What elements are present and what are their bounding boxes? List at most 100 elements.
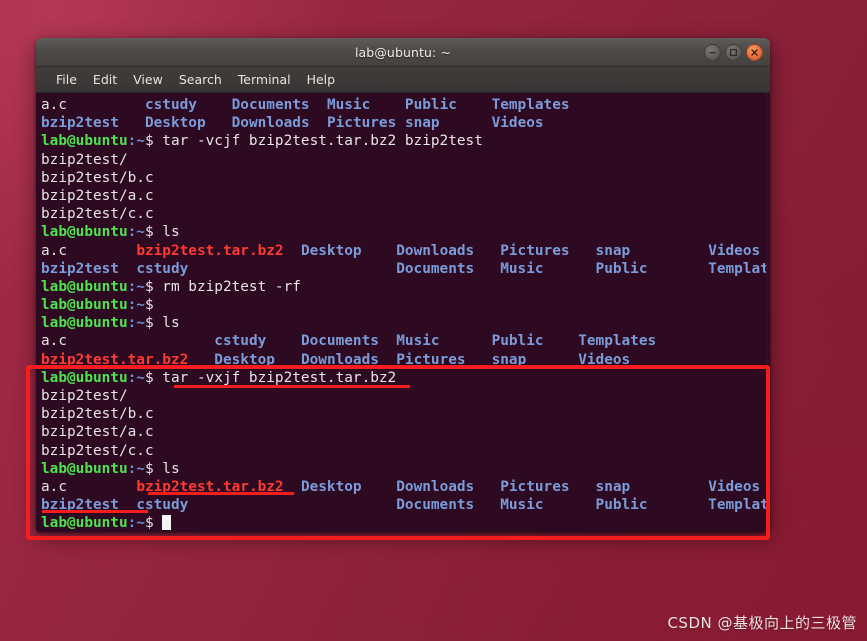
maximize-icon[interactable] xyxy=(725,44,742,61)
menu-item-view[interactable]: View xyxy=(125,70,171,89)
terminal-text: cstudy xyxy=(136,260,189,277)
terminal-line: bzip2test/a.c xyxy=(41,423,770,441)
close-icon[interactable] xyxy=(746,44,763,61)
terminal-text: bzip2test xyxy=(41,260,119,277)
terminal-text: $ xyxy=(144,133,163,150)
terminal-line: bzip2test/ xyxy=(41,387,770,405)
terminal-text: Templates xyxy=(491,97,570,113)
terminal-scrollbar[interactable] xyxy=(766,93,770,532)
terminal-text: Pictures xyxy=(396,351,466,368)
terminal-text: Public xyxy=(595,260,648,277)
terminal-text: lab@ubuntu xyxy=(41,515,128,532)
terminal-line: bzip2test Desktop Downloads Pictures sna… xyxy=(41,114,770,132)
terminal-text: Pictures xyxy=(500,478,570,495)
terminal-text: Templates xyxy=(708,497,770,514)
terminal-text: a.c xyxy=(41,333,67,350)
terminal-text: snap xyxy=(595,478,631,495)
window-controls[interactable] xyxy=(704,38,763,67)
terminal-line: lab@ubuntu:~$ xyxy=(41,514,770,532)
terminal-window[interactable]: lab@ubuntu: ~ File Edit View Search Term… xyxy=(36,38,770,532)
minimize-icon[interactable] xyxy=(704,44,721,61)
terminal-screen[interactable]: a.c cstudy Documents Music Public Templa… xyxy=(38,94,770,532)
terminal-line: bzip2test/c.c xyxy=(41,205,770,223)
terminal-text: Videos xyxy=(491,115,544,132)
terminal-text: $ xyxy=(144,278,163,295)
terminal-text: bzip2test xyxy=(41,497,119,514)
terminal-text: cstudy xyxy=(214,333,267,350)
terminal-text: lab@ubuntu xyxy=(41,278,128,295)
terminal-line: bzip2test cstudy Documents Music Public … xyxy=(41,260,770,278)
terminal-text: Templates xyxy=(708,260,770,277)
menu-item-search[interactable]: Search xyxy=(171,70,230,89)
terminal-line: lab@ubuntu:~$ rm bzip2test -rf xyxy=(41,278,770,296)
terminal-text: :~ xyxy=(127,315,145,332)
terminal-text: tar -vxjf bzip2test.tar.bz2 xyxy=(162,369,397,386)
terminal-line: lab@ubuntu:~$ xyxy=(41,296,770,314)
terminal-text: :~ xyxy=(127,297,145,314)
menu-item-help[interactable]: Help xyxy=(299,70,344,89)
menu-bar[interactable]: File Edit View Search Terminal Help xyxy=(36,67,770,93)
terminal-text: Videos xyxy=(708,478,761,495)
terminal-text: Documents xyxy=(396,497,475,514)
terminal-text: Documents xyxy=(300,333,379,350)
terminal-text: Music xyxy=(396,333,440,350)
terminal-text: :~ xyxy=(127,224,145,241)
terminal-text: Documents xyxy=(396,260,475,277)
terminal-line: a.c bzip2test.tar.bz2 Desktop Downloads … xyxy=(41,242,770,260)
terminal-text: Downloads xyxy=(300,351,379,368)
terminal-text: a.c xyxy=(41,242,67,259)
terminal-line: lab@ubuntu:~$ ls xyxy=(41,223,770,241)
terminal-text: ls xyxy=(162,460,180,477)
terminal-text: lab@ubuntu xyxy=(41,297,128,314)
window-title-bar[interactable]: lab@ubuntu: ~ xyxy=(36,38,770,67)
terminal-text: a.c xyxy=(41,97,67,113)
terminal-text: Desktop xyxy=(300,242,362,259)
terminal-text: bzip2test/b.c xyxy=(41,169,154,186)
menu-item-terminal[interactable]: Terminal xyxy=(230,70,299,89)
terminal-text: Music xyxy=(326,97,371,113)
terminal-line: a.c cstudy Documents Music Public Templa… xyxy=(41,96,770,114)
terminal-text: snap xyxy=(595,242,631,259)
terminal-line: bzip2test.tar.bz2 Desktop Downloads Pict… xyxy=(41,351,770,369)
terminal-text: :~ xyxy=(127,133,145,150)
terminal-text: snap xyxy=(404,115,440,132)
menu-item-file[interactable]: File xyxy=(48,70,85,89)
terminal-output-area[interactable]: a.c cstudy Documents Music Public Templa… xyxy=(36,93,770,532)
terminal-line: bzip2test/b.c xyxy=(41,405,770,423)
terminal-text: bzip2test.tar.bz2 xyxy=(136,242,284,259)
terminal-text: bzip2test/a.c xyxy=(41,424,154,441)
terminal-text: bzip2test/ xyxy=(41,388,128,404)
window-title: lab@ubuntu: ~ xyxy=(354,44,452,60)
terminal-line: bzip2test/a.c xyxy=(41,187,770,205)
terminal-text: lab@ubuntu xyxy=(41,224,128,241)
terminal-text: cstudy xyxy=(144,97,197,113)
menu-item-edit[interactable]: Edit xyxy=(85,70,125,89)
